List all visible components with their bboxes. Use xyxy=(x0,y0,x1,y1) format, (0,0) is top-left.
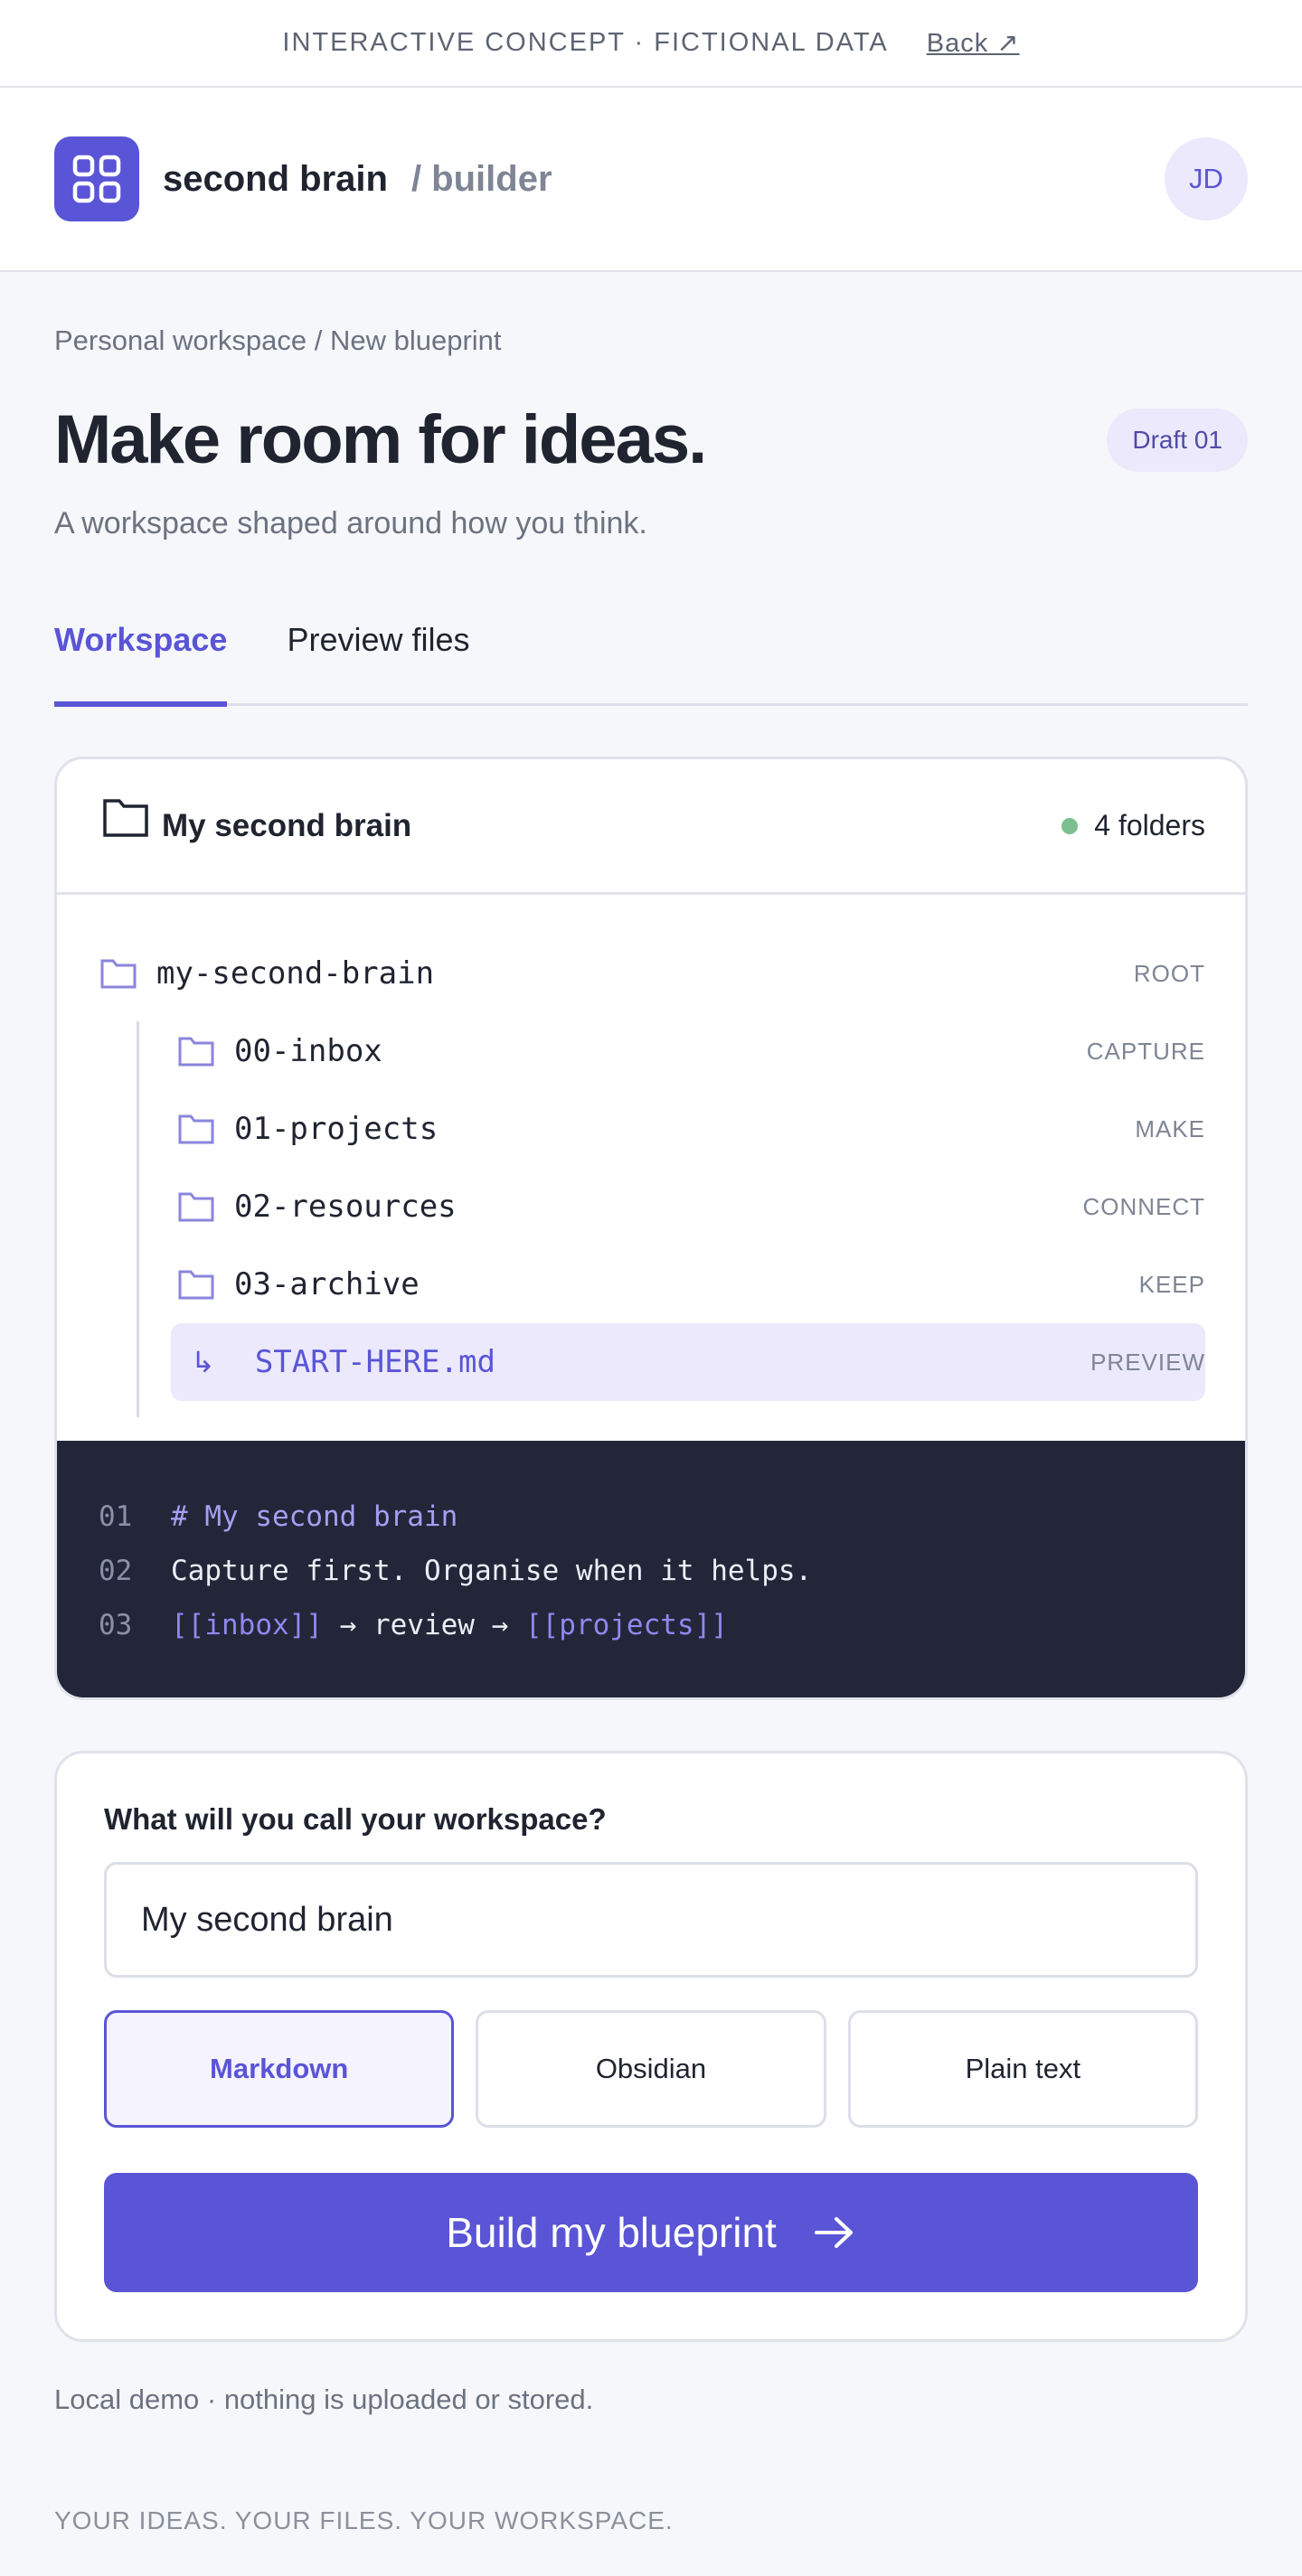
status-dot-icon xyxy=(1061,817,1079,834)
tree-card-header: My second brain 4 folders xyxy=(57,759,1245,895)
code-line: 03 [[inbox]] → review → [[projects]] xyxy=(99,1598,1202,1652)
tree-row-resources[interactable]: 02-resources CONNECT xyxy=(178,1168,1205,1246)
page-title: Make room for ideas. xyxy=(54,401,707,478)
tree-row-tag: CONNECT xyxy=(1082,1192,1205,1220)
format-option-obsidian[interactable]: Obsidian xyxy=(476,2010,826,2128)
brand-subtitle: / builder xyxy=(410,158,552,199)
back-link[interactable]: Back ↗ xyxy=(927,27,1020,59)
workspace-name-input[interactable] xyxy=(104,1862,1198,1978)
tab-bar: Workspace Preview files xyxy=(54,596,1248,707)
tree-row-name: 01-projects xyxy=(234,1111,439,1147)
tab-preview-files[interactable]: Preview files xyxy=(287,596,469,703)
tree-row-projects[interactable]: 01-projects MAKE xyxy=(178,1090,1205,1168)
format-option-plain-text[interactable]: Plain text xyxy=(847,2010,1198,2128)
code-line: 02 Capture first. Organise when it helps… xyxy=(99,1544,1202,1598)
footer-tagline: YOUR IDEAS. YOUR FILES. YOUR WORKSPACE. xyxy=(54,2506,674,2534)
title-row: Make room for ideas. Draft 01 xyxy=(54,400,1248,479)
tree-row-archive[interactable]: 03-archive KEEP xyxy=(178,1246,1205,1323)
brand-name: second brain xyxy=(163,158,388,199)
folder-icon xyxy=(178,1114,214,1144)
folder-icon xyxy=(178,1192,214,1222)
line-number: 03 xyxy=(99,1609,133,1641)
avatar[interactable]: JD xyxy=(1165,137,1248,221)
banner-text: INTERACTIVE CONCEPT · FICTIONAL DATA xyxy=(282,28,889,57)
tree-row-name: START-HERE.md xyxy=(254,1344,495,1380)
line-number: 01 xyxy=(99,1500,133,1533)
grid-icon xyxy=(54,136,139,221)
format-options: Markdown Obsidian Plain text xyxy=(104,2010,1198,2128)
folder-icon xyxy=(178,1270,214,1300)
build-blueprint-button[interactable]: Build my blueprint xyxy=(104,2173,1198,2292)
code-link: [[projects]] xyxy=(524,1609,728,1641)
main-content: Personal workspace / New blueprint Make … xyxy=(0,324,1302,2535)
tree-row-tag: KEEP xyxy=(1138,1270,1205,1298)
folder-count: 4 folders xyxy=(1061,809,1205,842)
tree-row-inbox[interactable]: 00-inbox CAPTURE xyxy=(178,1012,1205,1090)
tree-row-tag: PREVIEW xyxy=(1090,1348,1205,1376)
app-header: second brain / builder JD xyxy=(0,88,1302,272)
workspace-tree-card: My second brain 4 folders my-second-brai… xyxy=(54,757,1248,1700)
code-line: 01 # My second brain xyxy=(99,1490,1202,1544)
workspace-name-label: What will you call your workspace? xyxy=(104,1802,607,1836)
tree-row-name: 03-archive xyxy=(234,1266,420,1302)
code-link: [[inbox]] xyxy=(171,1609,323,1641)
page-subtitle: A workspace shaped around how you think. xyxy=(54,506,647,541)
folder-icon xyxy=(100,959,137,989)
folder-count-text: 4 folders xyxy=(1094,809,1205,841)
folder-outline-icon xyxy=(103,798,148,837)
return-arrow-icon: ↳ xyxy=(191,1346,215,1378)
breadcrumb: Personal workspace / New blueprint xyxy=(54,324,502,356)
tree-row-tag: ROOT xyxy=(1133,959,1205,987)
tree-row-name: my-second-brain xyxy=(156,955,435,992)
code-text: Capture first. Organise when it helps. xyxy=(171,1555,813,1587)
workspace-form-card: What will you call your workspace? Markd… xyxy=(54,1751,1248,2342)
line-number: 02 xyxy=(99,1555,133,1587)
build-button-label: Build my blueprint xyxy=(446,2209,777,2256)
privacy-note: Local demo · nothing is uploaded or stor… xyxy=(54,2383,594,2415)
folder-icon xyxy=(178,1037,214,1067)
draft-badge: Draft 01 xyxy=(1107,408,1248,472)
tree-row-name: 02-resources xyxy=(234,1189,457,1225)
top-banner: INTERACTIVE CONCEPT · FICTIONAL DATA Bac… xyxy=(0,0,1302,88)
tree-row-tag: CAPTURE xyxy=(1086,1037,1205,1065)
tree-row-start-here[interactable]: ↳ START-HERE.md PREVIEW xyxy=(171,1323,1205,1401)
tab-workspace[interactable]: Workspace xyxy=(54,596,228,707)
folder-tree: my-second-brain ROOT 00-inbox CAPTURE 01… xyxy=(57,895,1245,1441)
code-text: → review → xyxy=(322,1609,525,1641)
format-option-markdown[interactable]: Markdown xyxy=(104,2010,455,2128)
tree-row-tag: MAKE xyxy=(1135,1114,1205,1142)
tree-row-root[interactable]: my-second-brain ROOT xyxy=(100,935,1205,1012)
file-preview-code: 01 # My second brain 02 Capture first. O… xyxy=(57,1441,1245,1697)
tree-row-name: 00-inbox xyxy=(234,1033,382,1069)
tree-guide-line xyxy=(137,1021,139,1417)
code-text: # My second brain xyxy=(171,1500,458,1533)
arrow-right-icon xyxy=(814,2217,853,2248)
tree-card-title: My second brain xyxy=(102,798,412,844)
tree-card-title-text: My second brain xyxy=(162,807,412,843)
brand[interactable]: second brain / builder xyxy=(54,136,552,221)
